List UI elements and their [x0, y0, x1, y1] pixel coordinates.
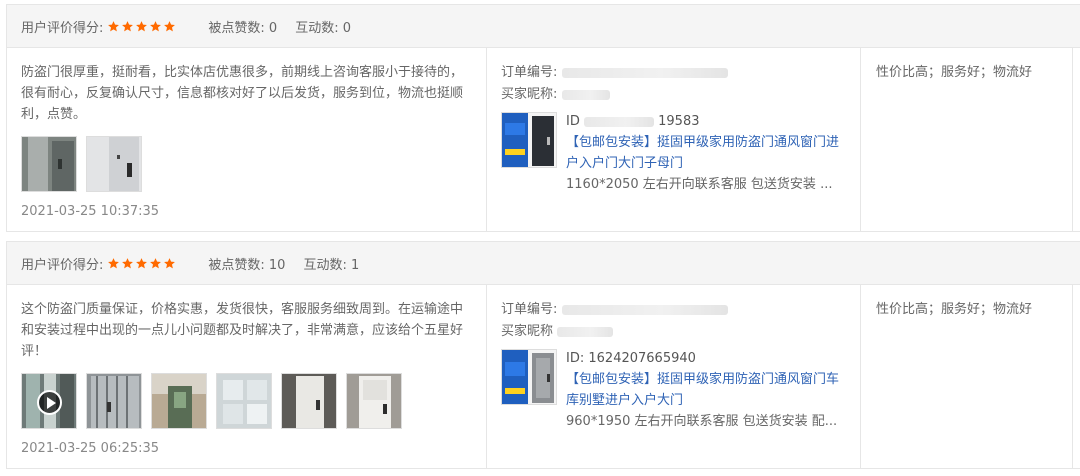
review-photo-thumb[interactable] — [216, 373, 272, 429]
order-number: 订单编号: — [501, 62, 846, 84]
star-icon — [149, 257, 162, 270]
review-photo-thumb[interactable] — [86, 373, 142, 429]
product-title-link[interactable]: 【包邮包安装】挺固甲级家用防盗门通风窗门车库别墅进户入户大门 — [566, 369, 851, 411]
score-label: 用户评价得分: — [21, 257, 104, 273]
review-header: 用户评价得分: 被点赞数: 10 互动数: 1 — [7, 242, 1080, 285]
masked-buyer-nickname — [561, 89, 610, 100]
product-item: ID 19583 【包邮包安装】挺固甲级家用防盗门通风窗门进户入户门大门子母门 … — [501, 112, 846, 195]
review-photo-thumb[interactable] — [281, 373, 337, 429]
review-card: 用户评价得分: 被点赞数: 10 互动数: 1 这个防盗门质量保证，价格实惠，发… — [6, 241, 1080, 469]
review-header: 用户评价得分: 被点赞数: 0 互动数: 0 — [7, 5, 1080, 48]
order-info: 订单编号: 买家昵称 ID: 1624207665940 【包邮包安装】挺固甲级… — [487, 285, 861, 468]
product-spec: 960*1950 左右开向联系客服 包送货安装 配... — [566, 414, 838, 429]
tag-list: 性价比高；服务好；物流好 — [876, 65, 1033, 80]
product-id: ID 19583 — [566, 114, 700, 129]
masked-order-number — [561, 67, 728, 78]
masked-product-id — [584, 116, 654, 127]
review-card: 用户评价得分: 被点赞数: 0 互动数: 0 防盗门很厚重，挺耐看，比实体店优惠… — [6, 4, 1080, 232]
product-id: ID: 1624207665940 — [566, 351, 696, 366]
review-content: 防盗门很厚重，挺耐看，比实体店优惠很多，前期线上咨询客服小于接待的，很有耐心，反… — [7, 48, 487, 231]
review-tags: 性价比高；服务好；物流好 — [861, 48, 1073, 231]
review-photo-thumb[interactable] — [151, 373, 207, 429]
interaction-count: 互动数: 1 — [303, 257, 360, 273]
product-title-link[interactable]: 【包邮包安装】挺固甲级家用防盗门通风窗门进户入户门大门子母门 — [566, 132, 851, 174]
masked-buyer-nickname — [557, 326, 614, 337]
review-time: 2021-03-25 06:25:35 — [21, 441, 160, 456]
star-icon — [135, 257, 148, 270]
review-photos — [21, 373, 472, 429]
star-icon — [121, 20, 134, 33]
review-photo-thumb[interactable] — [86, 136, 142, 192]
order-number: 订单编号: — [501, 299, 846, 321]
star-icon — [163, 20, 176, 33]
order-info: 订单编号: 买家昵称: ID 19583 【包邮包安装】挺固甲级家用防盗门通风窗… — [487, 48, 861, 231]
review-text: 防盗门很厚重，挺耐看，比实体店优惠很多，前期线上咨询客服小于接待的，很有耐心，反… — [21, 65, 464, 122]
buyer-nickname: 买家昵称: — [501, 84, 846, 106]
review-tags: 性价比高；服务好；物流好 — [861, 285, 1073, 468]
rating-stars — [107, 257, 176, 270]
play-icon[interactable] — [37, 390, 62, 415]
star-icon — [107, 20, 120, 33]
review-video-thumb[interactable] — [21, 373, 77, 429]
buyer-nickname: 买家昵称 — [501, 321, 846, 343]
review-photo-thumb[interactable] — [346, 373, 402, 429]
review-photos — [21, 136, 472, 192]
product-spec: 1160*2050 左右开向联系客服 包送货安装 ... — [566, 177, 833, 192]
score-label: 用户评价得分: — [21, 20, 104, 36]
rating-stars — [107, 20, 176, 33]
review-time: 2021-03-25 10:37:35 — [21, 204, 160, 219]
star-icon — [163, 257, 176, 270]
star-icon — [121, 257, 134, 270]
star-icon — [135, 20, 148, 33]
masked-order-number — [561, 304, 728, 315]
product-item: ID: 1624207665940 【包邮包安装】挺固甲级家用防盗门通风窗门车库… — [501, 349, 846, 432]
product-image[interactable] — [501, 349, 557, 405]
interaction-count: 互动数: 0 — [295, 20, 351, 36]
review-content: 这个防盗门质量保证，价格实惠，发货很快，客服服务细致周到。在运输途中和安装过程中… — [7, 285, 487, 468]
star-icon — [149, 20, 162, 33]
like-count: 被点赞数: 10 — [208, 257, 286, 273]
review-text: 这个防盗门质量保证，价格实惠，发货很快，客服服务细致周到。在运输途中和安装过程中… — [21, 302, 464, 359]
product-image[interactable] — [501, 112, 557, 168]
star-icon — [107, 257, 120, 270]
review-photo-thumb[interactable] — [21, 136, 77, 192]
tag-list: 性价比高；服务好；物流好 — [876, 302, 1033, 317]
like-count: 被点赞数: 0 — [208, 20, 278, 36]
